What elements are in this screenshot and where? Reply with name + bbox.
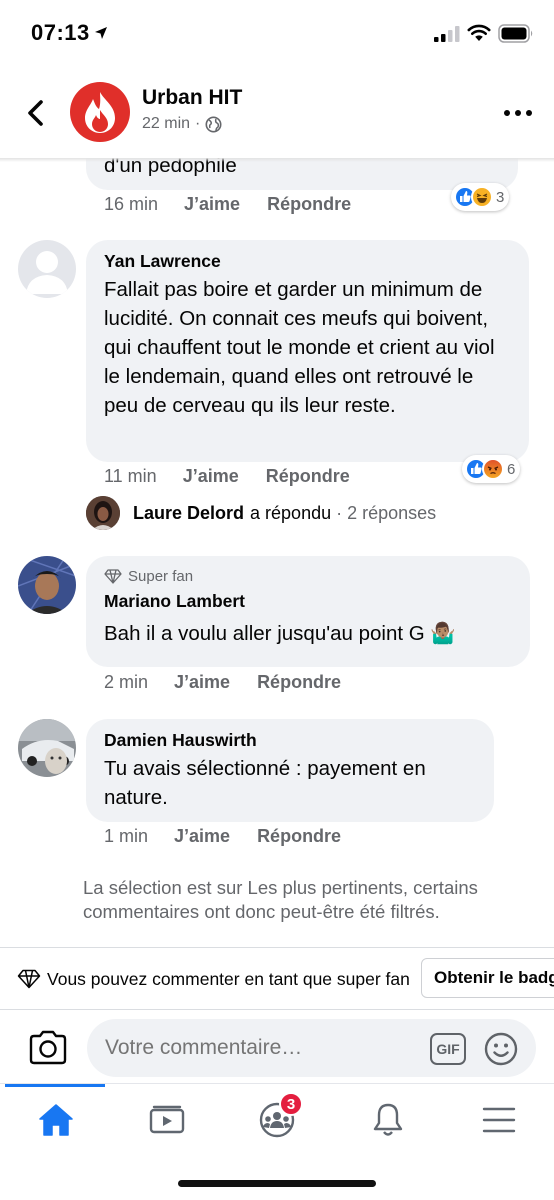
like-button[interactable]: J’aime bbox=[183, 466, 239, 487]
active-tab-indicator bbox=[5, 1084, 105, 1087]
comment-time: 11 min bbox=[104, 466, 157, 486]
comment-time: 16 min bbox=[104, 194, 159, 214]
reaction-count: 3 bbox=[496, 188, 505, 206]
comment-text: Fallait pas boire et garder un minimum d… bbox=[104, 278, 495, 417]
like-button[interactable]: J’aime bbox=[174, 826, 230, 847]
location-arrow-icon bbox=[95, 27, 107, 39]
more-options-button[interactable] bbox=[503, 106, 533, 120]
reply-avatar-photo bbox=[86, 496, 120, 530]
flame-logo-icon bbox=[85, 92, 115, 133]
gif-button[interactable]: GIF bbox=[430, 1033, 466, 1065]
comment-text: Bah il a voulu aller jusqu'au point G 🤷🏽… bbox=[104, 622, 456, 645]
like-button[interactable]: J’aime bbox=[174, 672, 230, 693]
page-avatar[interactable] bbox=[70, 82, 130, 142]
tab-home[interactable] bbox=[26, 1098, 86, 1142]
cellular-signal-icon bbox=[434, 26, 460, 42]
commenter-avatar[interactable] bbox=[18, 719, 76, 777]
reactions-summary[interactable]: 6 bbox=[462, 455, 521, 483]
angry-reaction-icon bbox=[482, 458, 504, 480]
reply-button[interactable]: Répondre bbox=[257, 826, 341, 847]
reply-button[interactable]: Répondre bbox=[266, 466, 350, 487]
status-bar: 07:13 bbox=[0, 0, 554, 70]
replies-preview[interactable]: Laure Delord a répondu · 2 réponses bbox=[86, 495, 436, 531]
wifi-icon bbox=[467, 24, 491, 41]
diamond-icon bbox=[104, 569, 122, 584]
get-badge-button[interactable]: Obtenir le badge bbox=[421, 958, 554, 998]
comment-author[interactable]: Yan Lawrence bbox=[104, 251, 511, 272]
meta-separator: · bbox=[195, 115, 201, 132]
home-icon bbox=[39, 1104, 73, 1136]
filter-note: La sélection est sur Les plus pertinents… bbox=[83, 877, 478, 922]
groups-notification-badge: 3 bbox=[279, 1092, 303, 1116]
home-indicator[interactable] bbox=[178, 1180, 376, 1187]
comment-composer: GIF bbox=[0, 1009, 554, 1083]
back-button[interactable] bbox=[22, 98, 48, 128]
reactions-summary[interactable]: 3 bbox=[451, 183, 510, 211]
reply-avatar bbox=[86, 496, 120, 530]
commenter-avatar[interactable] bbox=[18, 556, 76, 614]
superfan-badge-text: Super fan bbox=[128, 568, 194, 585]
commenter-avatar[interactable] bbox=[18, 240, 76, 298]
page-name[interactable]: Urban HIT bbox=[142, 86, 242, 110]
comment-time: 2 min bbox=[104, 672, 149, 692]
reply-button[interactable]: Répondre bbox=[257, 672, 341, 693]
comment-time: 1 min bbox=[104, 826, 149, 846]
video-icon bbox=[149, 1105, 185, 1134]
haha-reaction-icon bbox=[471, 186, 493, 208]
more-dots-icon bbox=[504, 110, 532, 116]
comment-bubble[interactable]: d'un pedophile bbox=[86, 158, 518, 190]
commenter-photo bbox=[18, 719, 76, 777]
comment-actions: 2 min J’aime Répondre bbox=[104, 672, 341, 693]
hamburger-menu-icon bbox=[482, 1107, 516, 1133]
reply-action: a répondu bbox=[250, 502, 332, 523]
post-age: 22 min bbox=[142, 115, 191, 132]
comment-bubble[interactable]: Super fan Mariano Lambert Bah il a voulu… bbox=[86, 556, 530, 667]
smiley-icon bbox=[484, 1032, 518, 1066]
comment-author[interactable]: Mariano Lambert bbox=[104, 591, 512, 612]
bell-icon bbox=[373, 1103, 403, 1136]
default-profile-icon bbox=[26, 251, 68, 294]
comment-bubble[interactable]: Damien Hauswirth Tu avais sélectionné : … bbox=[86, 719, 494, 822]
reply-count: 2 réponses bbox=[347, 502, 437, 523]
diamond-icon bbox=[17, 969, 41, 989]
reaction-count: 6 bbox=[507, 460, 516, 478]
superfan-label: Super fan bbox=[104, 568, 512, 585]
tab-watch[interactable] bbox=[137, 1098, 197, 1142]
status-time: 07:13 bbox=[31, 20, 90, 45]
superfan-prompt: Vous pouvez commenter en tant que super … bbox=[47, 969, 410, 989]
tab-menu[interactable] bbox=[469, 1098, 529, 1142]
comment-actions: 16 min J’aime Répondre bbox=[104, 194, 351, 215]
comment-text: Tu avais sélectionné : payement en natur… bbox=[104, 757, 426, 809]
header-shadow bbox=[0, 158, 554, 162]
emoji-button[interactable] bbox=[484, 1032, 518, 1066]
like-button[interactable]: J’aime bbox=[184, 194, 240, 215]
globe-icon bbox=[205, 116, 222, 132]
comment-author[interactable]: Damien Hauswirth bbox=[104, 730, 476, 751]
tab-groups[interactable]: 3 bbox=[247, 1092, 307, 1142]
comment-input[interactable] bbox=[87, 1019, 536, 1077]
post-meta: 22 min · bbox=[142, 115, 222, 133]
comment-actions: 1 min J’aime Répondre bbox=[104, 826, 341, 847]
post-header: Urban HIT 22 min · bbox=[0, 70, 554, 158]
comments-list: d'un pedophile 16 min J’aime Répondre 3 … bbox=[0, 158, 554, 948]
reply-button[interactable]: Répondre bbox=[267, 194, 351, 215]
reply-separator: · bbox=[336, 502, 343, 523]
camera-button[interactable] bbox=[28, 1030, 68, 1066]
chevron-left-icon bbox=[28, 100, 43, 126]
camera-icon bbox=[29, 1030, 67, 1065]
commenter-photo bbox=[18, 556, 76, 614]
reply-author[interactable]: Laure Delord bbox=[133, 503, 244, 524]
superfan-bar: Vous pouvez commenter en tant que super … bbox=[0, 947, 554, 1009]
battery-icon bbox=[498, 24, 533, 43]
tab-notifications[interactable] bbox=[358, 1098, 418, 1142]
comment-bubble[interactable]: Yan Lawrence Fallait pas boire et garder… bbox=[86, 240, 529, 462]
comment-actions: 11 min J’aime Répondre bbox=[104, 466, 350, 487]
